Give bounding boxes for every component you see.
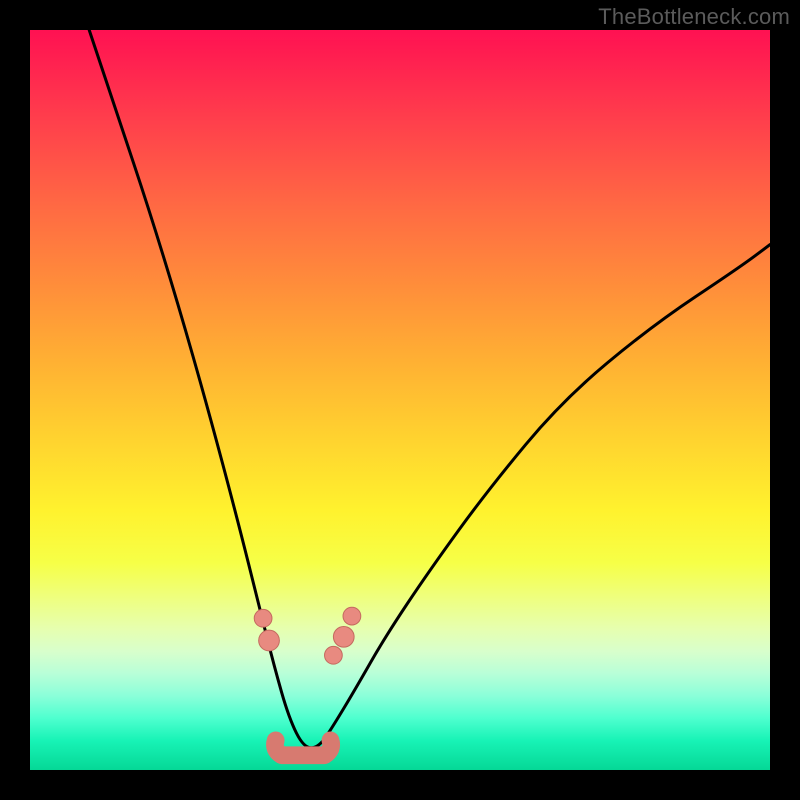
curve-marker xyxy=(259,630,280,651)
watermark-text: TheBottleneck.com xyxy=(598,4,790,30)
curve-marker xyxy=(254,609,272,627)
chart-svg xyxy=(30,30,770,770)
curve-marker xyxy=(333,626,354,647)
chart-frame: TheBottleneck.com xyxy=(0,0,800,800)
curve-marker xyxy=(325,646,343,664)
curve-layer xyxy=(89,30,770,748)
curve-marker xyxy=(343,607,361,625)
plot-area xyxy=(30,30,770,770)
bottleneck-curve xyxy=(89,30,770,748)
